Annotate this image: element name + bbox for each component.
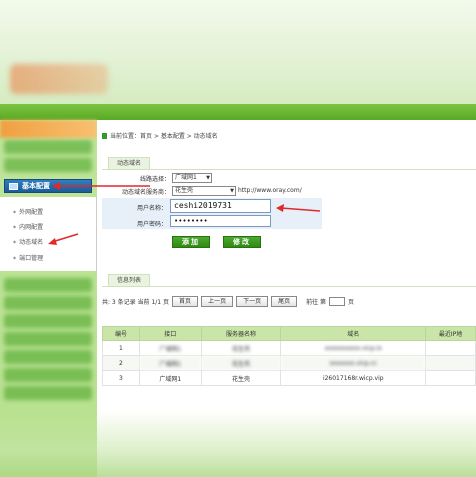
column-header: 域名 xyxy=(280,326,427,341)
table-header-row: 编号 接口 服务器名称 域名 最近IP地 xyxy=(102,326,476,341)
prev-page-button[interactable]: 上一页 xyxy=(201,296,234,307)
pager-summary: 共: 3 条记录 当前 1/1 页 xyxy=(102,299,170,306)
sidebar-item-blurred[interactable] xyxy=(4,314,92,328)
sidebar-item-lan[interactable]: 内网配置 xyxy=(13,222,43,231)
sidebar-item-port[interactable]: 端口管理 xyxy=(13,253,43,262)
sidebar-item-wan[interactable]: 外网配置 xyxy=(13,207,43,216)
username-label: 用户名称： xyxy=(136,205,167,212)
column-header: 服务器名称 xyxy=(200,326,282,341)
column-header: 接口 xyxy=(138,326,202,341)
cell-server: 花生壳 xyxy=(200,340,282,356)
breadcrumb: 当前位置：首页 > 基本配置 > 动态域名 xyxy=(102,131,218,140)
cell-interface: 广域网1 xyxy=(138,355,202,371)
first-page-button[interactable]: 首页 xyxy=(172,296,199,307)
cell-ip xyxy=(425,355,476,371)
cell-domain: i26017168r.wicp.vip xyxy=(280,370,427,386)
sidebar-header xyxy=(0,120,97,138)
sidebar-item-blurred[interactable] xyxy=(4,350,92,364)
sidebar-item-blurred[interactable] xyxy=(4,386,92,400)
cell-ip xyxy=(425,370,476,386)
bottom-fade xyxy=(0,410,476,477)
sidebar-item-blurred[interactable] xyxy=(4,278,92,292)
monitor-icon xyxy=(9,182,18,190)
chevron-down-icon: ▼ xyxy=(206,175,210,181)
tab-ddns: 动态域名 xyxy=(108,157,151,169)
sidebar-submenu: 外网配置 内网配置 动态域名 端口管理 xyxy=(0,197,97,271)
provider-select-value: 花生壳 xyxy=(175,187,194,194)
top-nav-bar xyxy=(0,104,476,120)
line-select-value: 广域网1 xyxy=(175,174,197,181)
table-row[interactable]: 2 广域网1 花生壳 xxxxxxx.vicp.cc xyxy=(102,355,476,371)
cell-domain: xxxxxxx.vicp.cc xyxy=(280,355,427,371)
provider-label: 动态域名服务商： xyxy=(121,189,170,196)
divider xyxy=(102,286,476,287)
column-header: 最近IP地 xyxy=(425,326,476,341)
cell-id: 2 xyxy=(102,355,140,371)
logo xyxy=(10,64,108,94)
sidebar-item-blurred[interactable] xyxy=(4,296,92,310)
ddns-table: 编号 接口 服务器名称 域名 最近IP地 1 广域网1 花生壳 xxxxxxxx… xyxy=(102,326,476,386)
provider-url: http://www.oray.com/ xyxy=(238,187,302,194)
sidebar-item-blurred[interactable] xyxy=(4,332,92,346)
last-page-button[interactable]: 尾页 xyxy=(271,296,298,307)
password-label: 用户密码： xyxy=(136,221,167,228)
edit-button[interactable]: 修改 xyxy=(223,236,261,248)
cell-id: 3 xyxy=(102,370,140,386)
goto-page-input[interactable] xyxy=(329,297,346,306)
column-header: 编号 xyxy=(102,326,140,341)
cell-interface: 广域网1 xyxy=(138,370,202,386)
username-input[interactable]: ceshi2019731 xyxy=(170,199,271,213)
cell-domain: xxxxxxxxxx.vicp.io xyxy=(280,340,427,356)
sidebar-item-basic-config[interactable]: 基本配置 xyxy=(4,179,92,193)
breadcrumb-icon xyxy=(102,133,107,139)
breadcrumb-text: 当前位置：首页 > 基本配置 > 动态域名 xyxy=(110,133,218,140)
sidebar-item-blurred[interactable] xyxy=(4,140,92,154)
line-select[interactable]: 广域网1 ▼ xyxy=(172,173,212,183)
table-row[interactable]: 3 广域网1 花生壳 i26017168r.wicp.vip xyxy=(102,370,476,386)
header xyxy=(0,0,476,108)
sidebar-item-blurred[interactable] xyxy=(4,158,92,172)
cell-interface: 广域网1 xyxy=(138,340,202,356)
cell-id: 1 xyxy=(102,340,140,356)
table-row[interactable]: 1 广域网1 花生壳 xxxxxxxxxx.vicp.io xyxy=(102,340,476,356)
cell-server: 花生壳 xyxy=(200,370,282,386)
goto-suffix: 页 xyxy=(348,299,355,306)
divider xyxy=(102,169,476,170)
password-input[interactable]: •••••••• xyxy=(170,215,271,227)
sidebar-item-blurred[interactable] xyxy=(4,368,92,382)
chevron-down-icon: ▼ xyxy=(230,188,234,194)
tab-info-list: 信息列表 xyxy=(108,274,151,286)
line-label: 线路选择： xyxy=(139,176,170,183)
sidebar-item-ddns[interactable]: 动态域名 xyxy=(13,237,43,246)
sidebar-section-label: 基本配置 xyxy=(22,182,50,190)
goto-prefix: 前往 第 xyxy=(306,299,327,306)
cell-ip xyxy=(425,340,476,356)
cell-server: 花生壳 xyxy=(200,355,282,371)
pager: 共: 3 条记录 当前 1/1 页 首页 上一页 下一页 尾页 前往 第 页 xyxy=(102,296,354,307)
add-button[interactable]: 添加 xyxy=(172,236,210,248)
provider-select[interactable]: 花生壳 ▼ xyxy=(172,186,236,196)
next-page-button[interactable]: 下一页 xyxy=(236,296,269,307)
